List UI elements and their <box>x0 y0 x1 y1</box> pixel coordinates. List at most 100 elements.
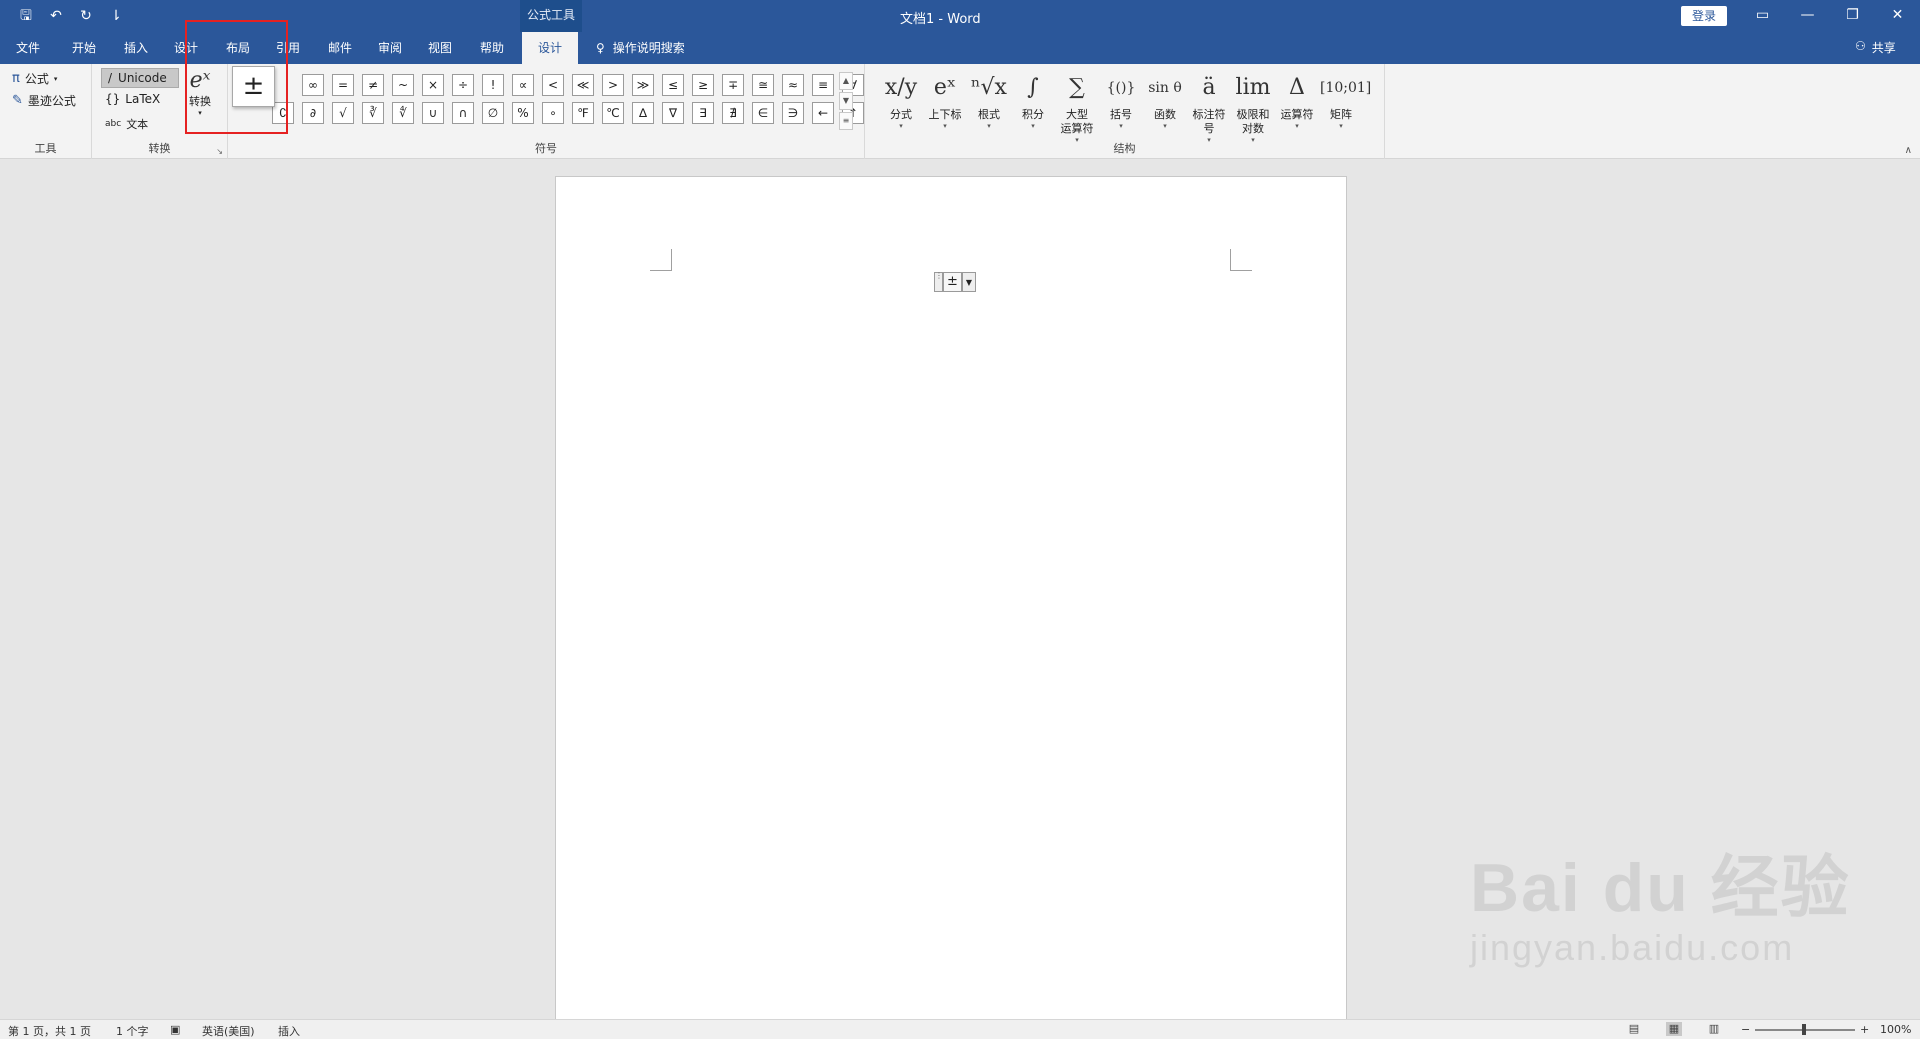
symbol-button[interactable]: ∈ <box>752 102 774 124</box>
ribbon-display-options-icon[interactable]: ▭ <box>1740 0 1785 32</box>
document-page[interactable]: ⋮ ± ▼ <box>555 176 1347 1020</box>
share-button[interactable]: ⚇ 共享 <box>1855 39 1896 56</box>
structure-icon: eˣ <box>933 75 957 100</box>
proofing-icon[interactable]: ▣ <box>170 1023 180 1036</box>
symbol-button[interactable]: ≠ <box>362 74 384 96</box>
redo-icon[interactable]: ↻ <box>76 6 96 26</box>
print-layout-icon[interactable]: ▦ <box>1666 1022 1682 1036</box>
insert-mode-indicator[interactable]: 插入 <box>278 1023 300 1039</box>
text-button[interactable]: abc 文本 <box>105 116 148 132</box>
page-count[interactable]: 第 1 页，共 1 页 <box>8 1023 91 1039</box>
equation-button[interactable]: π 公式 ▾ <box>12 70 57 87</box>
structure-button[interactable]: [10;01] 矩阵 ▾ <box>1320 68 1371 130</box>
symbol-button[interactable]: = <box>332 74 354 96</box>
equation-object[interactable]: ⋮ ± ▼ <box>934 272 976 292</box>
symbol-button[interactable]: ∜ <box>392 102 414 124</box>
equation-content[interactable]: ± <box>943 272 962 292</box>
window-controls: ▭ — ❐ ✕ <box>1740 0 1920 32</box>
structure-button[interactable]: Δ 运算符 ▾ <box>1276 68 1318 130</box>
undo-icon[interactable]: ↶ <box>46 6 66 26</box>
symbol-button[interactable]: ≥ <box>692 74 714 96</box>
save-icon[interactable]: 🖫 <box>16 6 36 26</box>
symbol-button[interactable]: ℃ <box>602 102 624 124</box>
more-symbols-icon[interactable]: ≡ <box>839 112 853 130</box>
symbol-button[interactable]: ∇ <box>662 102 684 124</box>
symbol-button[interactable]: ∩ <box>452 102 474 124</box>
structure-button[interactable]: sin θ 函数 ▾ <box>1144 68 1186 130</box>
tab-help[interactable]: 帮助 <box>480 39 504 56</box>
group-structures-label: 结构 <box>1113 142 1136 155</box>
symbol-button[interactable]: ≪ <box>572 74 594 96</box>
unicode-button[interactable]: / Unicode <box>101 68 179 88</box>
symbol-button[interactable]: ∂ <box>302 102 324 124</box>
login-button[interactable]: 登录 <box>1681 6 1727 26</box>
latex-button[interactable]: {} LaTeX <box>105 92 160 106</box>
symbol-button[interactable]: ∋ <box>782 102 804 124</box>
structure-button[interactable]: ä 标注符号 ▾ <box>1188 68 1230 144</box>
symbol-button[interactable]: % <box>512 102 534 124</box>
ink-equation-button[interactable]: ✎ 墨迹公式 <box>12 92 76 109</box>
symbol-button[interactable]: ∆ <box>632 102 654 124</box>
word-count[interactable]: 1 个字 <box>116 1023 149 1039</box>
structure-button[interactable]: x/y 分式 ▾ <box>880 68 922 130</box>
highlight-annotation <box>185 20 288 134</box>
symbol-button[interactable]: < <box>542 74 564 96</box>
zoom-slider-thumb[interactable] <box>1802 1024 1806 1035</box>
tab-home[interactable]: 开始 <box>72 39 96 56</box>
symbol-button[interactable]: ← <box>812 102 834 124</box>
symbol-button[interactable]: > <box>602 74 624 96</box>
symbol-button[interactable]: ∪ <box>422 102 444 124</box>
zoom-in-icon[interactable]: + <box>1860 1023 1869 1036</box>
symbol-button[interactable]: ~ <box>392 74 414 96</box>
symbol-button[interactable]: ÷ <box>452 74 474 96</box>
language-indicator[interactable]: 英语(美国) <box>202 1023 255 1039</box>
symbol-button[interactable]: × <box>422 74 444 96</box>
symbol-button[interactable]: ∄ <box>722 102 744 124</box>
symbol-button[interactable]: ∞ <box>302 74 324 96</box>
dropdown-arrow-icon: ▾ <box>53 74 58 83</box>
scroll-up-icon[interactable]: ▲ <box>839 72 853 90</box>
equation-move-handle[interactable]: ⋮ <box>934 272 943 292</box>
dropdown-arrow-icon: ▾ <box>1339 122 1343 130</box>
zoom-out-icon[interactable]: − <box>1741 1023 1750 1036</box>
symbol-button[interactable]: ≈ <box>782 74 804 96</box>
read-mode-icon[interactable]: ▤ <box>1626 1022 1642 1036</box>
tab-mailings[interactable]: 邮件 <box>328 39 352 56</box>
symbol-button[interactable]: ! <box>482 74 504 96</box>
symbol-button[interactable]: ≤ <box>662 74 684 96</box>
dialog-launcher-icon[interactable]: ↘ <box>216 147 223 156</box>
watermark-sub-text: jingyan.baidu.com <box>1470 927 1795 968</box>
symbol-button[interactable]: ≡ <box>812 74 834 96</box>
structure-button[interactable]: ∑ 大型 运算符 ▾ <box>1056 68 1098 144</box>
customize-qat-icon[interactable]: ⇂ <box>106 6 126 26</box>
structure-button[interactable]: ⁿ√x 根式 ▾ <box>968 68 1010 130</box>
close-icon[interactable]: ✕ <box>1875 0 1920 32</box>
tab-insert[interactable]: 插入 <box>124 39 148 56</box>
structure-button[interactable]: {()} 括号 ▾ <box>1100 68 1142 130</box>
symbol-button[interactable]: ∃ <box>692 102 714 124</box>
symbol-button[interactable]: √ <box>332 102 354 124</box>
structure-button[interactable]: ∫ 积分 ▾ <box>1012 68 1054 130</box>
tab-file[interactable]: 文件 <box>16 39 40 56</box>
web-layout-icon[interactable]: ▥ <box>1706 1022 1722 1036</box>
tell-me-search[interactable]: ♀ 操作说明搜索 <box>596 39 685 56</box>
structure-button[interactable]: lim 极限和对数 ▾ <box>1232 68 1274 144</box>
symbol-button[interactable]: ∓ <box>722 74 744 96</box>
structure-button[interactable]: eˣ 上下标 ▾ <box>924 68 966 130</box>
equation-options-dropdown[interactable]: ▼ <box>961 272 976 292</box>
symbol-button[interactable]: ∝ <box>512 74 534 96</box>
restore-icon[interactable]: ❐ <box>1830 0 1875 32</box>
tab-review[interactable]: 审阅 <box>378 39 402 56</box>
symbol-button[interactable]: ∅ <box>482 102 504 124</box>
symbol-button[interactable]: ∘ <box>542 102 564 124</box>
symbol-button[interactable]: ℉ <box>572 102 594 124</box>
collapse-ribbon-icon[interactable]: ∧ <box>1905 145 1912 156</box>
symbol-button[interactable]: ∛ <box>362 102 384 124</box>
zoom-level[interactable]: 100% <box>1880 1023 1911 1036</box>
scroll-down-icon[interactable]: ▼ <box>839 92 853 110</box>
tab-equation-design[interactable]: 设计 <box>522 32 579 64</box>
symbol-button[interactable]: ≫ <box>632 74 654 96</box>
symbol-button[interactable]: ≅ <box>752 74 774 96</box>
tab-view[interactable]: 视图 <box>428 39 452 56</box>
minimize-icon[interactable]: — <box>1785 0 1830 32</box>
